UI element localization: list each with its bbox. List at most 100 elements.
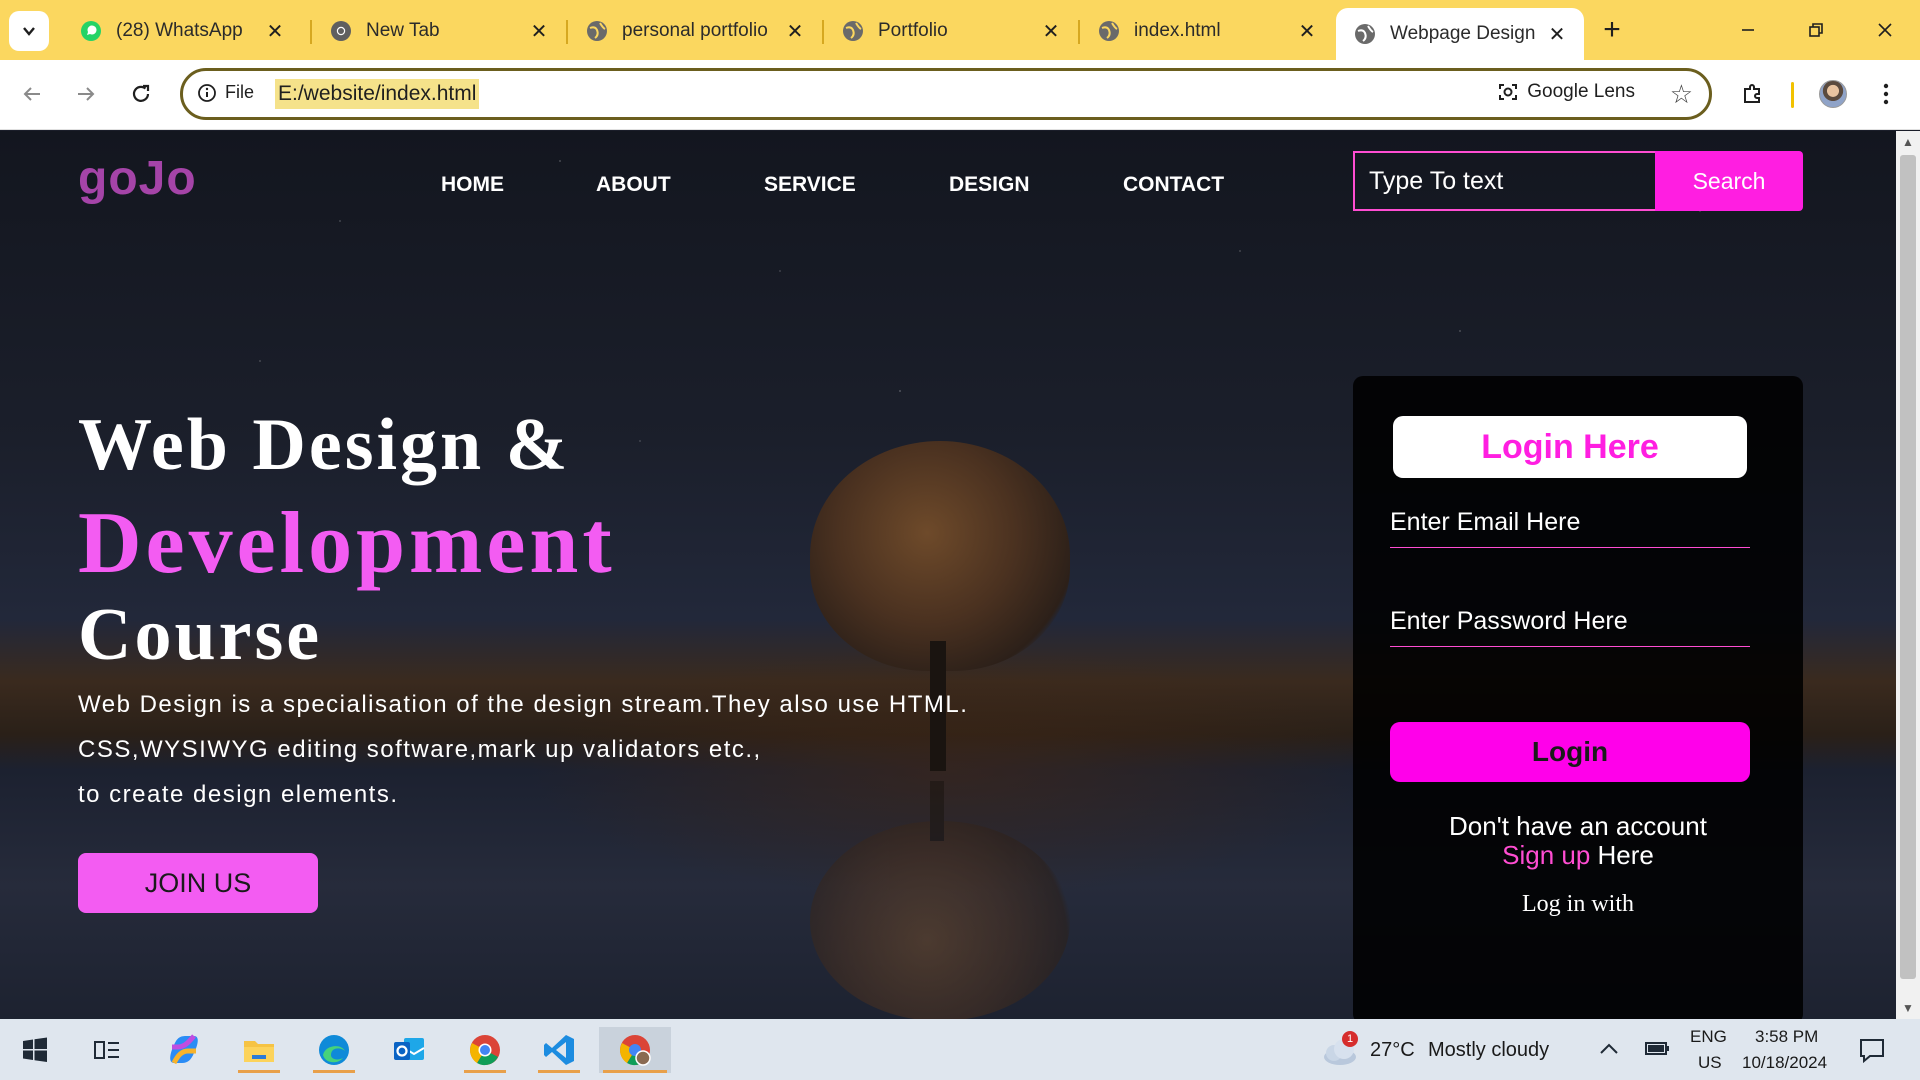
arrow-right-icon [78, 87, 95, 101]
arrow-left-icon [23, 87, 40, 101]
windows-taskbar: 1 27°C Mostly cloudy ENG US 3:58 PM 10/1… [0, 1019, 1920, 1080]
weather-description[interactable]: Mostly cloudy [1428, 1039, 1549, 1062]
url-text[interactable]: E:/website/index.html [275, 79, 480, 109]
globe-icon [842, 20, 864, 42]
search-button[interactable]: Search [1655, 151, 1803, 211]
tree-reflection-image [790, 781, 1090, 1019]
scheme-label: File [225, 82, 255, 102]
tab-webpage-design[interactable]: Webpage Design ✕ [1336, 8, 1584, 60]
restore-button[interactable] [1793, 10, 1839, 50]
search-input[interactable]: Type To text [1353, 151, 1655, 211]
tab-new-tab[interactable]: New Tab ✕ [312, 10, 566, 52]
chrome-button[interactable] [458, 1027, 512, 1073]
tab-personal-portfolio[interactable]: personal portfolio ✕ [568, 10, 822, 52]
site-logo[interactable]: goJo [78, 151, 197, 206]
chrome-profile-button[interactable] [599, 1027, 671, 1073]
close-icon[interactable]: ✕ [1544, 21, 1570, 47]
notifications-button[interactable] [1858, 1037, 1886, 1068]
google-lens-button[interactable]: Google Lens [1497, 81, 1635, 103]
hero-paragraph-line-2: CSS,WYSIWYG editing software,mark up val… [78, 736, 762, 763]
page-viewport: goJo HOME ABOUT SERVICE DESIGN CONTACT T… [0, 131, 1896, 1019]
join-us-button[interactable]: JOIN US [78, 853, 318, 913]
scroll-up-icon[interactable]: ▲ [1896, 131, 1920, 153]
clock-time[interactable]: 3:58 PM [1755, 1027, 1818, 1047]
nav-home[interactable]: HOME [441, 173, 504, 197]
lens-icon [1499, 84, 1518, 100]
weather-widget-icon[interactable]: 1 [1320, 1031, 1360, 1069]
show-hidden-icons-button[interactable] [1598, 1039, 1620, 1064]
tree-image [790, 441, 1090, 771]
hero-paragraph-line-3: to create design elements. [78, 781, 399, 808]
nav-service[interactable]: SERVICE [764, 173, 856, 197]
tab-search-button[interactable] [9, 11, 49, 51]
chrome-icon [470, 1035, 500, 1066]
close-icon[interactable]: ✕ [1038, 18, 1064, 44]
battery-button[interactable] [1644, 1037, 1670, 1064]
weather-badge: 1 [1342, 1031, 1358, 1047]
minimize-icon [1742, 29, 1754, 31]
address-bar[interactable]: File E:/website/index.html Google Lens ☆ [180, 68, 1712, 120]
new-tab-button[interactable]: + [1595, 14, 1629, 48]
tab-portfolio[interactable]: Portfolio ✕ [824, 10, 1078, 52]
clock-date[interactable]: 10/18/2024 [1742, 1053, 1827, 1073]
weather-temp[interactable]: 27°C [1370, 1039, 1415, 1062]
close-icon[interactable]: ✕ [782, 18, 808, 44]
more-vertical-icon [1883, 83, 1889, 105]
info-icon [198, 83, 216, 102]
copilot-button[interactable] [157, 1027, 211, 1073]
task-view-button[interactable] [80, 1027, 134, 1073]
close-window-button[interactable] [1862, 10, 1908, 50]
close-icon[interactable]: ✕ [262, 18, 288, 44]
edge-icon [319, 1035, 349, 1065]
signup-link[interactable]: Sign up [1502, 840, 1590, 870]
language-bottom[interactable]: US [1698, 1053, 1722, 1073]
app-running-indicator [464, 1070, 506, 1073]
tab-title: New Tab [366, 20, 440, 41]
whatsapp-icon [80, 20, 102, 42]
close-icon[interactable]: ✕ [526, 18, 552, 44]
folder-icon [244, 1041, 274, 1062]
login-with-text: Log in with [1522, 891, 1634, 917]
reload-button[interactable] [121, 74, 161, 114]
password-field[interactable]: Enter Password Here [1390, 601, 1750, 647]
start-button[interactable] [8, 1027, 62, 1073]
edge-button[interactable] [307, 1027, 361, 1073]
profile-button[interactable] [1813, 74, 1853, 114]
browser-toolbar: File E:/website/index.html Google Lens ☆ [0, 60, 1920, 130]
outlook-icon [394, 1038, 425, 1060]
close-icon[interactable]: ✕ [1294, 18, 1320, 44]
tab-title: Webpage Design [1390, 23, 1536, 44]
hero-title-line-3: Course [78, 594, 323, 676]
globe-icon [586, 20, 608, 42]
site-info-button[interactable]: File [197, 82, 254, 103]
nav-about[interactable]: ABOUT [596, 173, 671, 197]
avatar [1819, 80, 1847, 108]
scroll-down-icon[interactable]: ▼ [1896, 997, 1920, 1019]
windows-logo-icon [23, 1037, 47, 1062]
email-field[interactable]: Enter Email Here [1390, 502, 1750, 548]
no-account-text: Don't have an account [1449, 811, 1707, 841]
login-button[interactable]: Login [1390, 722, 1750, 782]
tab-bar: (28) WhatsApp ✕ New Tab ✕ personal portf… [0, 0, 1920, 60]
scrollbar-thumb[interactable] [1900, 155, 1916, 979]
outlook-button[interactable] [382, 1027, 436, 1073]
tab-whatsapp[interactable]: (28) WhatsApp ✕ [62, 10, 302, 52]
page-scrollbar[interactable]: ▲ ▼ [1896, 131, 1920, 1019]
chevron-down-icon [23, 27, 35, 36]
nav-contact[interactable]: CONTACT [1123, 173, 1224, 197]
nav-design[interactable]: DESIGN [949, 173, 1030, 197]
chrome-profile-icon [620, 1035, 651, 1066]
language-top[interactable]: ENG [1690, 1027, 1727, 1047]
menu-button[interactable] [1866, 74, 1906, 114]
signup-line-rest: Here [1590, 840, 1654, 870]
forward-button[interactable] [66, 74, 106, 114]
back-button[interactable] [12, 74, 52, 114]
chevron-up-icon [1600, 1043, 1618, 1054]
minimize-button[interactable] [1725, 10, 1771, 50]
signup-line: Sign up Here [1353, 840, 1803, 871]
file-explorer-button[interactable] [232, 1027, 286, 1073]
bookmark-star-icon[interactable]: ☆ [1670, 79, 1693, 110]
vscode-button[interactable] [532, 1027, 586, 1073]
extensions-button[interactable] [1733, 74, 1773, 114]
tab-index-html[interactable]: index.html ✕ [1080, 10, 1334, 52]
